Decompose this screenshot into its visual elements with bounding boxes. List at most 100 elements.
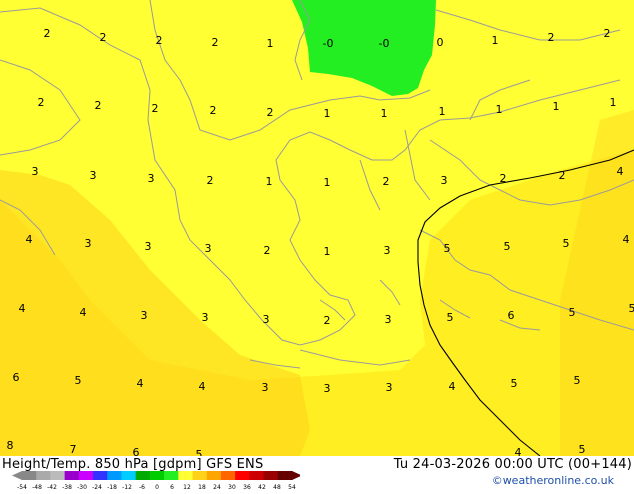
temperature-value-label: 3 [141, 309, 148, 322]
temperature-value-label: 5 [75, 374, 82, 387]
temperature-value-label: 1 [381, 107, 388, 120]
colorbar-swatch [193, 471, 208, 480]
colorbar-swatch [264, 471, 279, 480]
colorbar-tick-label: 24 [213, 484, 221, 490]
temperature-value-label: 3 [262, 381, 269, 394]
temperature-value-label: 2 [324, 314, 331, 327]
temperature-value-label: 4 [80, 306, 87, 319]
colorbar-swatch [164, 471, 179, 480]
colorbar-swatch [93, 471, 108, 480]
colorbar-tick-label: -48 [32, 484, 42, 490]
colorbar-swatch [121, 471, 136, 480]
temperature-value-label: 2 [152, 102, 159, 115]
colorbar-swatch [65, 471, 80, 480]
colorbar-tick-label: 12 [183, 484, 191, 490]
temperature-value-label: 3 [148, 172, 155, 185]
colorbar-swatch [36, 471, 51, 480]
temperature-value-label: 2 [559, 169, 566, 182]
temperature-value-label: 4 [449, 380, 456, 393]
colorbar-tick-label: -6 [139, 484, 145, 490]
colorbar-swatch [221, 471, 236, 480]
temperature-value-label: 1 [553, 100, 560, 113]
colorbar-tick-label: 18 [198, 484, 206, 490]
temperature-value-label: 2 [604, 27, 611, 40]
temperature-value-label: 1 [610, 96, 617, 109]
temperature-value-label: 8 [7, 439, 14, 452]
temperature-value-label: 2 [156, 34, 163, 47]
map-title: Height/Temp. 850 hPa [gdpm] GFS ENS [2, 457, 263, 472]
temperature-value-label: 3 [384, 244, 391, 257]
colorbar-arrow-right [292, 471, 300, 480]
temperature-value-label: 1 [492, 34, 499, 47]
temperature-value-label: 0 [437, 36, 444, 49]
temperature-value-label: 3 [386, 381, 393, 394]
temperature-value-label: 3 [441, 174, 448, 187]
temperature-value-label: 3 [385, 313, 392, 326]
temperature-value-label: 3 [202, 311, 209, 324]
temperature-value-label: 2 [212, 36, 219, 49]
temperature-value-label: 4 [19, 302, 26, 315]
temperature-value-label: 1 [267, 37, 274, 50]
colorbar-tick-label: -54 [17, 484, 27, 490]
colorbar-swatch [235, 471, 250, 480]
temperature-value-label: 2 [267, 106, 274, 119]
temperature-value-label: 5 [569, 306, 576, 319]
colorbar-swatch [79, 471, 94, 480]
temperature-value-label: 5 [563, 237, 570, 250]
temperature-value-label: 4 [137, 377, 144, 390]
temperature-value-label: 3 [85, 237, 92, 250]
colorbar-tick-label: 48 [273, 484, 281, 490]
temperature-value-label: 2 [264, 244, 271, 257]
temperature-value-label: 6 [13, 371, 20, 384]
temperature-value-label: 1 [324, 245, 331, 258]
temperature-value-label: -0 [323, 37, 334, 50]
temperature-value-label: 6 [508, 309, 515, 322]
colorbar-tick-label: -18 [107, 484, 117, 490]
colorbar-swatch [207, 471, 222, 480]
colorbar-tick-label: -12 [122, 484, 132, 490]
map-valid-time: Tu 24-03-2026 00:00 UTC (00+144) [394, 457, 632, 472]
colorbar-tick-label: 6 [170, 484, 174, 490]
temperature-value-label: 3 [324, 382, 331, 395]
temperature-value-label: 7 [70, 443, 77, 456]
temperature-value-label: 1 [439, 105, 446, 118]
temperature-value-label: 4 [515, 446, 522, 456]
temperature-value-label: 3 [90, 169, 97, 182]
colorbar-swatch [22, 471, 37, 480]
temperature-value-label: 3 [263, 313, 270, 326]
temperature-value-label: 3 [205, 242, 212, 255]
temperature-value-label: 4 [199, 380, 206, 393]
colorbar-swatch [107, 471, 122, 480]
colorbar-swatch [136, 471, 151, 480]
temperature-value-label: 5 [504, 240, 511, 253]
colorbar-swatch [249, 471, 264, 480]
colorbar-tick-label: -30 [77, 484, 87, 490]
temperature-value-label: 2 [44, 27, 51, 40]
colorbar-tick-label: 0 [155, 484, 159, 490]
colorbar-tick-label: 30 [228, 484, 236, 490]
colorbar-arrow-left [12, 471, 22, 480]
temperature-value-label: 5 [444, 242, 451, 255]
temperature-value-label: 2 [548, 31, 555, 44]
temperature-value-label: 5 [511, 377, 518, 390]
colorbar-tick-label: 36 [243, 484, 251, 490]
temperature-value-label: 4 [617, 165, 624, 178]
temperature-value-label: 2 [207, 174, 214, 187]
temperature-value-label: 2 [95, 99, 102, 112]
colorbar-tick-label: 42 [258, 484, 266, 490]
colorbar-swatch [150, 471, 165, 480]
credit-link[interactable]: ©weatheronline.co.uk [492, 474, 614, 487]
weather-map: 22221-0-00122222221111113332112322443332… [0, 0, 634, 456]
temperature-value-label: 5 [629, 302, 634, 315]
temperature-value-label: -0 [379, 37, 390, 50]
temperature-value-label: 2 [383, 175, 390, 188]
temperature-value-label: 5 [574, 374, 581, 387]
temperature-value-label: 2 [100, 31, 107, 44]
colorbar-swatch [278, 471, 293, 480]
color-scale-legend: -54-48-42-38-30-24-18-12-606121824303642… [0, 471, 300, 490]
temperature-value-label: 1 [266, 175, 273, 188]
temperature-value-label: 1 [496, 103, 503, 116]
temperature-value-label: 5 [579, 443, 586, 456]
temperature-value-label: 2 [38, 96, 45, 109]
colorbar-swatch [178, 471, 193, 480]
